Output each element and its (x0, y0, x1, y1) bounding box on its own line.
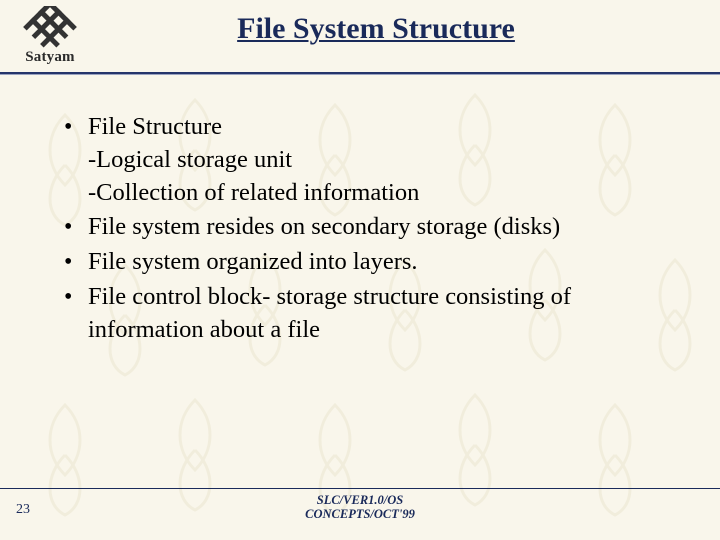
footer-divider (0, 488, 720, 489)
footer-line2: CONCEPTS/OCT'99 (305, 507, 415, 521)
bullet-subtext: -Collection of related information (88, 177, 670, 210)
footer: 23 SLC/VER1.0/OS CONCEPTS/OCT'99 (0, 488, 720, 540)
logo-block: Satyam (8, 6, 92, 66)
footer-line1: SLC/VER1.0/OS (317, 493, 404, 507)
bullet-text: File system organized into layers. (88, 248, 418, 275)
title-wrap: File System Structure (92, 6, 720, 46)
bullet-text: File Structure (88, 113, 222, 140)
slide-body: File Structure -Logical storage unit -Co… (0, 75, 720, 347)
slide-title: File System Structure (237, 12, 515, 45)
bullet-item: File control block- storage structure co… (60, 281, 670, 347)
bullet-subtext: -Logical storage unit (88, 144, 670, 177)
bullet-item: File Structure -Logical storage unit -Co… (60, 111, 670, 209)
satyam-logo-icon (22, 6, 78, 48)
header: Satyam File System Structure (0, 0, 720, 66)
bullet-list: File Structure -Logical storage unit -Co… (60, 111, 670, 347)
bullet-item: File system resides on secondary storage… (60, 211, 670, 244)
slide: Satyam File System Structure File Struct… (0, 0, 720, 540)
bullet-text: File system resides on secondary storage… (88, 213, 560, 240)
page-number: 23 (16, 502, 30, 518)
bullet-item: File system organized into layers. (60, 246, 670, 279)
footer-text: SLC/VER1.0/OS CONCEPTS/OCT'99 (0, 493, 720, 522)
logo-text: Satyam (8, 49, 92, 66)
bullet-text: File control block- storage structure co… (88, 283, 571, 343)
